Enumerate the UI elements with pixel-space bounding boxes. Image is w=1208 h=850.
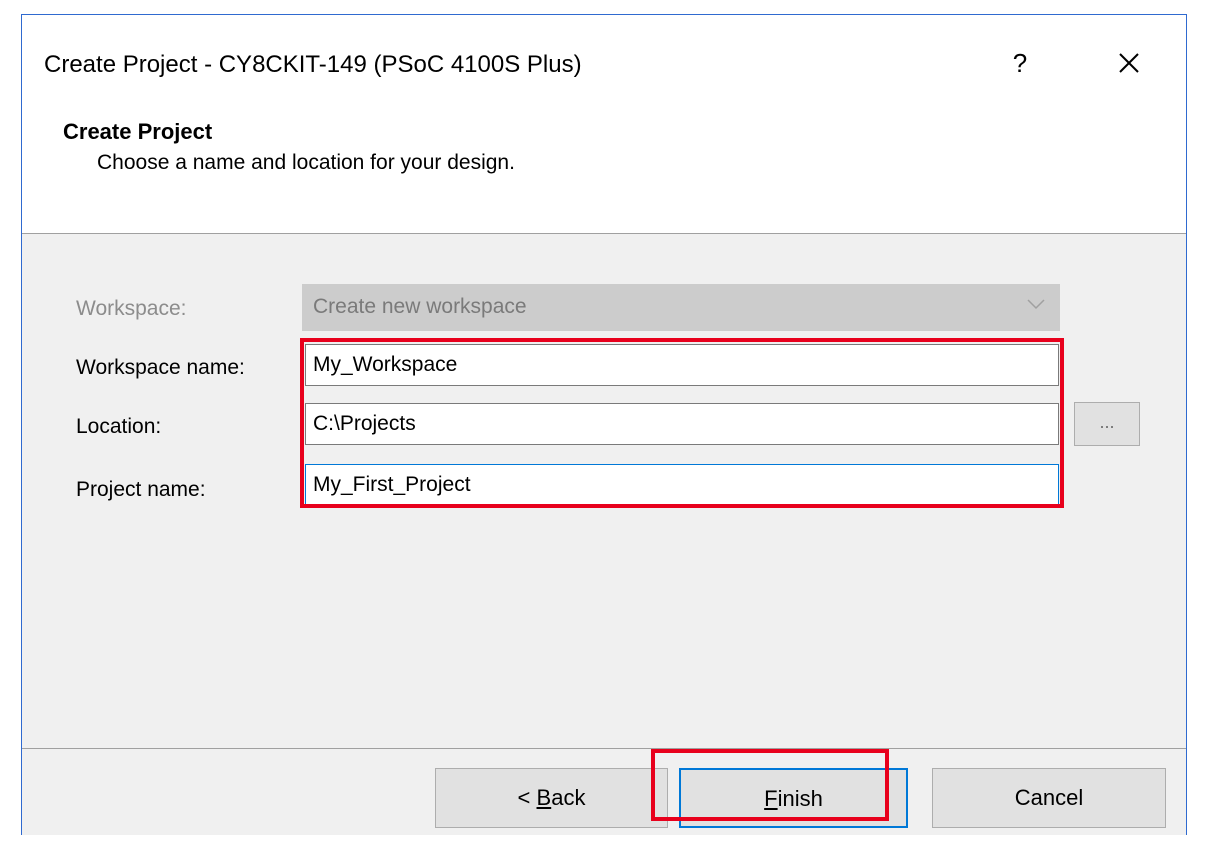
page-title: Create Project	[63, 119, 213, 144]
fields-highlight-box	[300, 338, 1064, 508]
workspace-combobox: Create new workspace	[302, 284, 1060, 331]
wizard-header: Create Project Choose a name and locatio…	[22, 105, 1186, 233]
location-label: Location:	[76, 415, 162, 438]
project-name-label: Project name:	[76, 478, 206, 501]
back-button-prefix: <	[517, 785, 537, 810]
window-title: Create Project - CY8CKIT-149 (PSoC 4100S…	[44, 51, 582, 78]
back-button-accel: B	[536, 785, 552, 810]
form-area: Workspace: Create new workspace Workspac…	[22, 234, 1186, 748]
help-button[interactable]: ?	[1000, 45, 1040, 81]
close-button[interactable]	[1109, 45, 1149, 81]
workspace-name-label: Workspace name:	[76, 356, 245, 379]
browse-button[interactable]: ...	[1074, 402, 1140, 446]
close-icon	[1119, 53, 1139, 73]
chevron-down-icon	[1027, 299, 1045, 310]
cancel-button[interactable]: Cancel	[932, 768, 1166, 828]
back-button-rest: ack	[551, 785, 586, 810]
workspace-label: Workspace:	[76, 297, 187, 320]
workspace-combobox-value: Create new workspace	[313, 295, 527, 318]
finish-highlight-box	[651, 749, 889, 821]
create-project-dialog: Create Project - CY8CKIT-149 (PSoC 4100S…	[21, 14, 1187, 835]
title-bar: Create Project - CY8CKIT-149 (PSoC 4100S…	[22, 15, 1186, 105]
back-button[interactable]: < Back	[435, 768, 668, 828]
page-subtitle: Choose a name and location for your desi…	[97, 151, 515, 174]
button-bar: < Back Finish Cancel	[22, 749, 1186, 835]
